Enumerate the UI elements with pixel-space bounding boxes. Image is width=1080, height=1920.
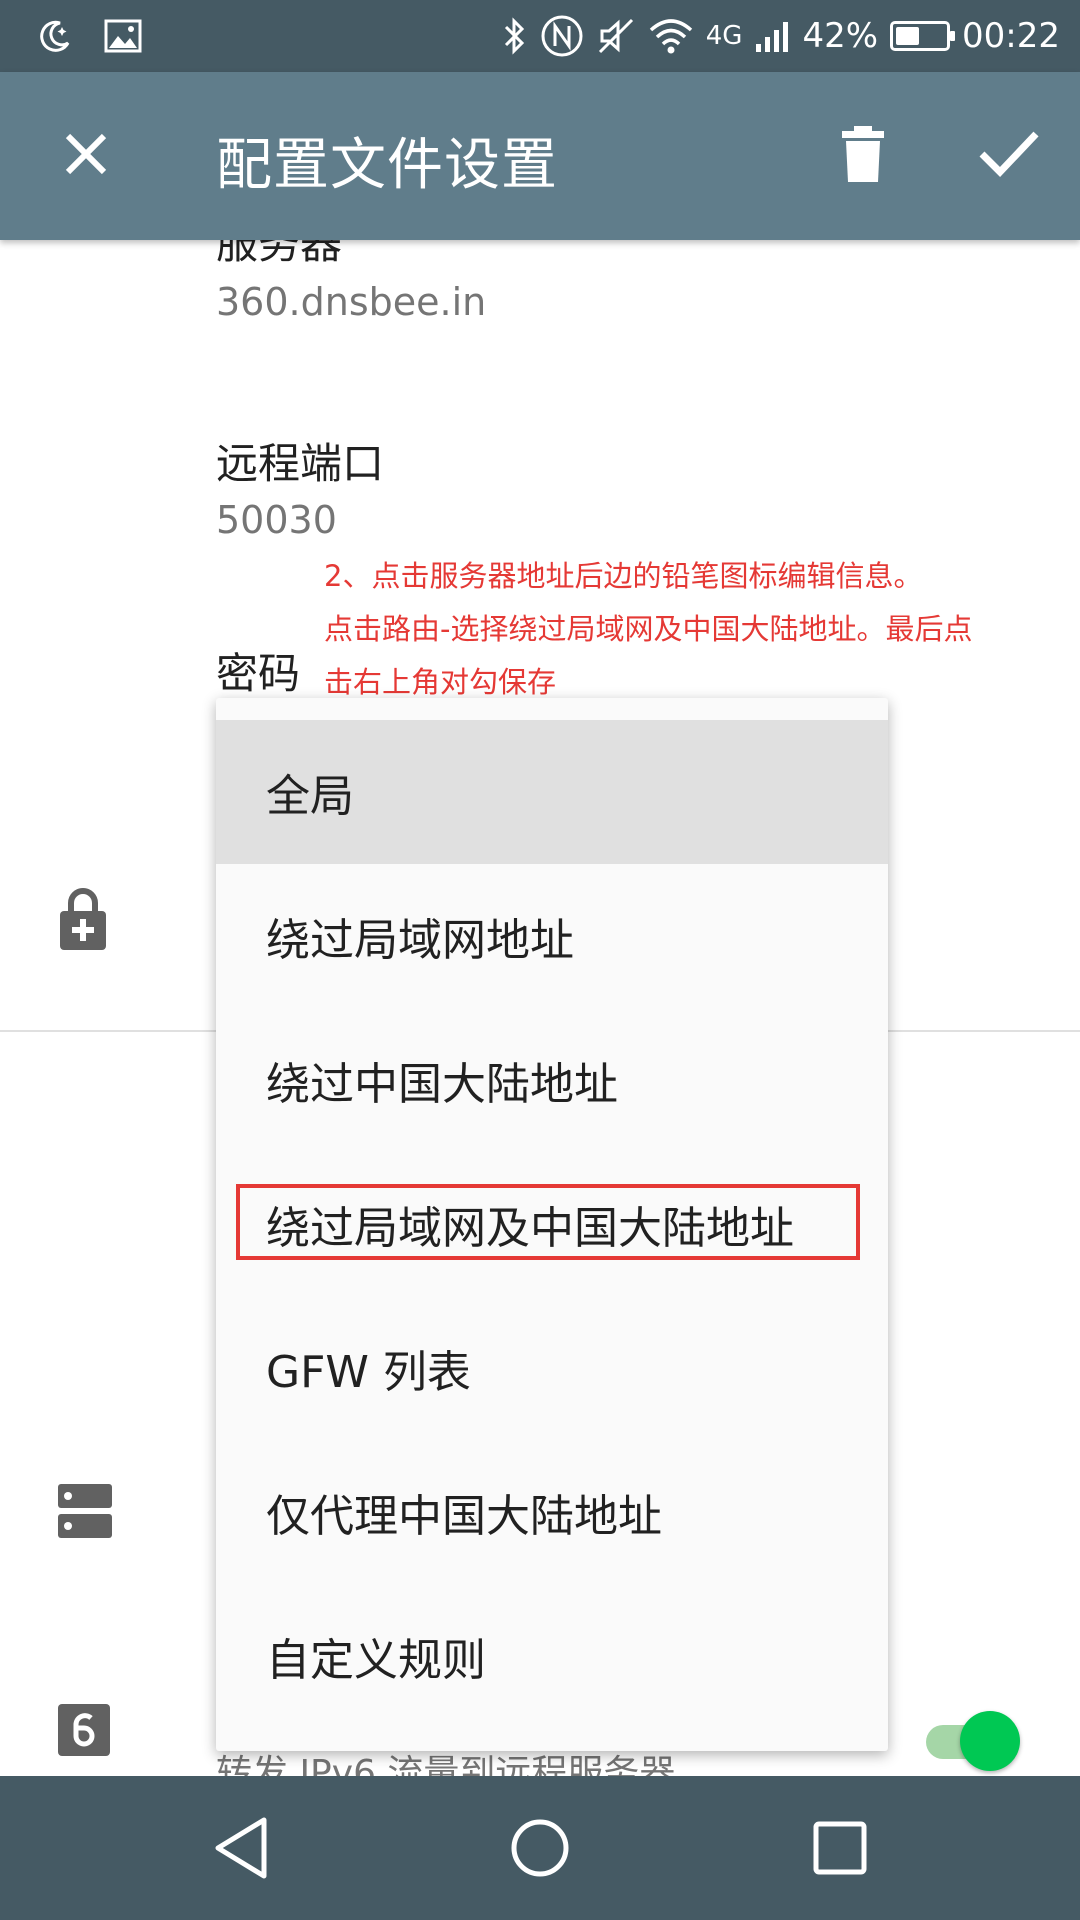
route-option-custom[interactable]: 自定义规则 [216, 1584, 888, 1728]
battery-icon [890, 21, 956, 51]
navigation-bar [0, 1776, 1080, 1920]
route-option-bypass-china[interactable]: 绕过中国大陆地址 [216, 1008, 888, 1152]
wifi-icon [649, 19, 692, 54]
route-option-label: 仅代理中国大陆地址 [266, 1491, 662, 1542]
image-icon [104, 19, 142, 53]
annotation-line-2: 点击路由-选择绕过局域网及中国大陆地址。最后点 [324, 612, 973, 646]
route-option-label: 全局 [266, 771, 354, 822]
mute-icon [598, 18, 633, 54]
server-icon [58, 1484, 112, 1538]
home-icon[interactable] [504, 1812, 576, 1884]
route-option-global[interactable]: 全局 [216, 720, 888, 864]
server-value[interactable]: 360.dnsbee.in [216, 280, 486, 324]
close-icon[interactable] [58, 126, 114, 182]
lock-plus-icon [60, 888, 106, 950]
route-option-bypass-lan[interactable]: 绕过局域网地址 [216, 864, 888, 1008]
recents-icon[interactable] [804, 1812, 876, 1884]
nfc-icon [541, 15, 583, 57]
port-title: 远程端口 [216, 439, 385, 488]
password-title: 密码 [216, 649, 301, 698]
annotation-line-1: 2、点击服务器地址后边的铅笔图标编辑信息。 [324, 559, 923, 593]
instruction-annotation: 2、点击服务器地址后边的铅笔图标编辑信息。 点击路由-选择绕过局域网及中国大陆地… [324, 550, 1064, 709]
check-icon[interactable] [978, 128, 1040, 178]
route-option-label: 绕过中国大陆地址 [266, 1059, 618, 1110]
ipv6-switch[interactable] [960, 1711, 1020, 1771]
route-option-china-only[interactable]: 仅代理中国大陆地址 [216, 1440, 888, 1584]
server-title: 服务器 [216, 240, 343, 268]
bluetooth-icon [504, 17, 524, 55]
route-option-gfwlist[interactable]: GFW 列表 [216, 1296, 888, 1440]
route-option-label: GFW 列表 [266, 1347, 471, 1398]
moon-icon [40, 20, 70, 52]
clock: 00:22 [962, 16, 1060, 56]
battery-percent: 42% [802, 16, 879, 56]
port-value[interactable]: 50030 [216, 498, 337, 542]
page-title: 配置文件设置 [216, 133, 558, 198]
signal-icon [756, 22, 789, 52]
back-icon[interactable] [206, 1812, 278, 1884]
network-type: 4G [705, 21, 743, 51]
status-bar: 4G 42% 00:22 [0, 0, 1080, 72]
app-bar: 配置文件设置 [0, 72, 1080, 240]
route-option-label: 自定义规则 [266, 1635, 486, 1686]
route-option-label: 绕过局域网地址 [266, 915, 574, 966]
highlight-box [236, 1184, 860, 1260]
ipv6-icon [58, 1704, 110, 1756]
trash-icon[interactable] [840, 124, 886, 184]
